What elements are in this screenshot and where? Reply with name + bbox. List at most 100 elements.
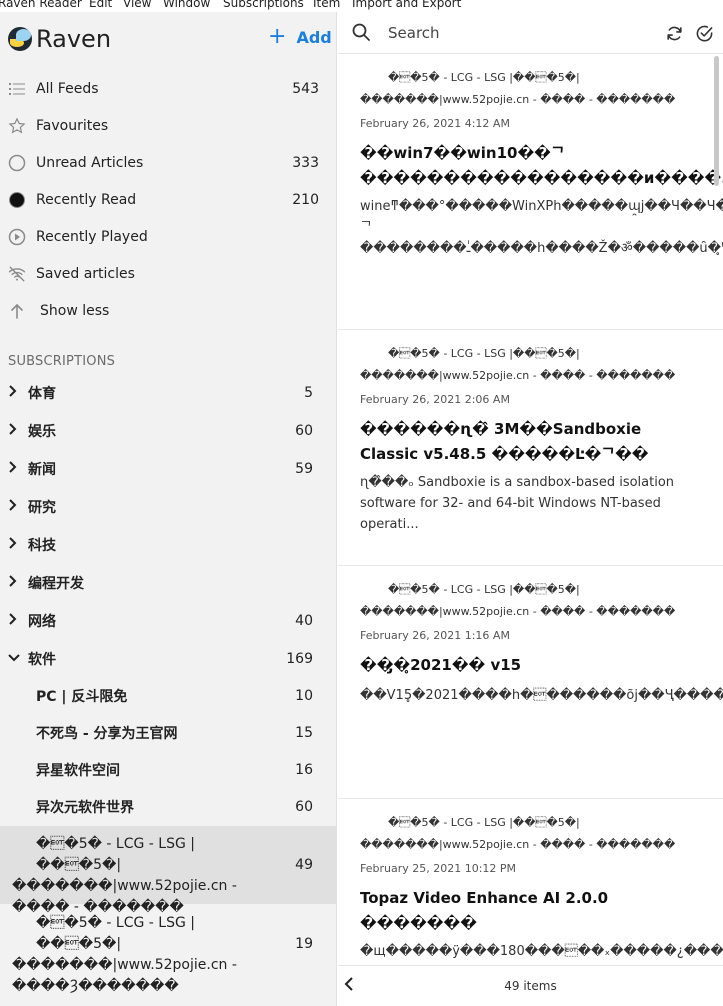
article-list: ��5� - LCG - LSG |���5�| �������|www.5…: [338, 55, 723, 965]
category-label: 体育: [28, 386, 56, 402]
brand-name: Raven: [36, 25, 112, 53]
feed-item[interactable]: 异次元软件世界 60: [0, 788, 336, 825]
feed-item[interactable]: ��5� - LCG - LSG |���5�| �������|www.5…: [0, 905, 336, 994]
feed-label: 不死鸟 - 分享为王官网: [36, 725, 178, 742]
article-source: ��5� - LCG - LSG |���5�| �������|www.5…: [360, 812, 690, 856]
nav-favourites[interactable]: Favourites: [0, 107, 336, 144]
article-item[interactable]: ��5� - LCG - LSG |���5�| �������|www.5…: [338, 331, 723, 566]
article-item[interactable]: ��5� - LCG - LSG |���5�| �������|www.5…: [338, 567, 723, 799]
feed-item[interactable]: PC | 反斗限免 10: [0, 677, 336, 714]
feed-item[interactable]: 不死鸟 - 分享为王官网 15: [0, 714, 336, 751]
article-title: ��̡�̥2021�� v15: [360, 656, 522, 674]
item-count: 49 items: [504, 979, 557, 993]
chevron-down-icon: [8, 652, 20, 667]
article-source-line: ��5� - LCG - LSG |���5�|: [388, 583, 580, 596]
category-software[interactable]: 软件 169: [0, 640, 336, 678]
scrollbar-thumb[interactable]: [714, 56, 719, 186]
chevron-right-icon: [8, 613, 20, 629]
circle-outline-icon: [8, 154, 26, 172]
article-source-line: �������|www.52pojie.cn - ���� - �������: [360, 369, 676, 382]
brand: Raven: [8, 24, 111, 54]
nav-recently-played[interactable]: Recently Played: [0, 218, 336, 255]
nav-all-feeds[interactable]: All Feeds 543: [0, 70, 336, 107]
category-label: 科技: [28, 538, 56, 554]
article-date: February 26, 2021 2:06 AM: [360, 393, 510, 406]
sidebar: Raven + Add All Feeds 543 Favourites Unr…: [0, 12, 337, 1006]
nav-label: Favourites: [36, 117, 109, 134]
menu-subscriptions[interactable]: Subscriptions: [223, 0, 304, 10]
menu-view[interactable]: View: [123, 0, 151, 10]
add-label: Add: [296, 27, 332, 47]
refresh-icon[interactable]: [665, 24, 684, 47]
article-list-pane: ��5� - LCG - LSG |���5�| �������|www.5…: [338, 12, 723, 1006]
category-label: 研究: [28, 500, 56, 516]
chevron-right-icon: [8, 461, 20, 477]
feed-count: 60: [295, 798, 313, 815]
article-snippet: ��V15̥�2021����h�������õj��Ҷ�����������…: [360, 688, 723, 703]
feed-label: 异星软件空间: [36, 762, 120, 779]
article-source-line: ��5� - LCG - LSG |���5�|: [388, 816, 580, 829]
category-sports[interactable]: 体育 5: [0, 374, 336, 412]
menu-import-export[interactable]: Import and Export: [352, 0, 461, 10]
nav-label: Saved articles: [36, 265, 135, 282]
category-entertainment[interactable]: 娱乐 60: [0, 412, 336, 450]
chevron-right-icon: [8, 385, 20, 401]
feed-label-line: ��5� - LCG - LSG |���5�|: [36, 915, 196, 952]
list-icon: [8, 80, 26, 98]
circle-filled-icon: [8, 191, 26, 209]
nav-count: 210: [292, 191, 319, 208]
wifi-off-icon: [8, 265, 26, 283]
category-tech[interactable]: 科技: [0, 526, 336, 564]
star-icon: [8, 116, 26, 135]
feed-item[interactable]: 异星软件空间 16: [0, 751, 336, 788]
category-programming[interactable]: 编程开发: [0, 564, 336, 602]
article-title: ������ɳ�̂ 3M��Sandboxie Classic v5.48.5 …: [360, 420, 649, 463]
article-source-line: ��5� - LCG - LSG |���5�|: [388, 347, 580, 360]
play-circle-icon: [8, 228, 26, 246]
category-label: 新闻: [28, 462, 56, 478]
feed-item-selected[interactable]: ��5� - LCG - LSG |���5�| �������|www.5…: [0, 826, 336, 915]
article-item[interactable]: ��5� - LCG - LSG |���5�| �������|www.5…: [338, 55, 723, 330]
article-title: Topaz Video Enhance AI 2.0.0 �������: [360, 889, 609, 932]
category-label: 网络: [28, 614, 56, 630]
menu-item[interactable]: Item: [313, 0, 340, 10]
chevron-right-icon: [8, 423, 20, 439]
nav-recently-read[interactable]: Recently Read 210: [0, 181, 336, 218]
article-snippet: ɳ�̂��ₒ Sandboxie is a sandbox-based isol…: [360, 475, 675, 532]
nav-unread[interactable]: Unread Articles 333: [0, 144, 336, 181]
category-count: 40: [295, 613, 313, 629]
category-label: 娱乐: [28, 424, 56, 440]
raven-logo-icon: [8, 27, 32, 51]
feed-label-line: ��5� - LCG - LSG |���5�|: [36, 836, 196, 873]
chevron-right-icon: [8, 575, 20, 591]
menu-edit[interactable]: Edit: [89, 0, 112, 10]
category-news[interactable]: 新闻 59: [0, 450, 336, 488]
nav-show-less[interactable]: Show less: [0, 292, 336, 329]
category-count: 60: [295, 423, 313, 439]
menu-window[interactable]: Window: [163, 0, 210, 10]
list-footer: 49 items: [338, 965, 723, 1006]
add-feed-button[interactable]: + Add: [268, 26, 332, 48]
feed-count: 16: [295, 761, 313, 778]
category-research[interactable]: 研究: [0, 488, 336, 526]
search-input[interactable]: [388, 21, 608, 45]
feed-label: ��5� - LCG - LSG |���5�| �������|www.5…: [12, 913, 252, 997]
search-icon: [352, 23, 370, 45]
feed-label-line: �������|www.52pojie.cn -: [12, 957, 237, 973]
feed-count: 19: [295, 936, 313, 952]
category-network[interactable]: 网络 40: [0, 602, 336, 640]
article-title: ��win7��win10��ᄀ�����������������и����.8…: [360, 144, 723, 187]
nav-label: Recently Played: [36, 228, 148, 245]
feed-label: 异次元软件世界: [36, 799, 134, 816]
feed-label-line: �������|www.52pojie.cn -: [12, 878, 237, 894]
article-item[interactable]: ��5� - LCG - LSG |���5�| �������|www.5…: [338, 800, 723, 965]
nav-saved-articles[interactable]: Saved articles: [0, 255, 336, 292]
feed-label: PC | 反斗限免: [36, 688, 128, 705]
nav-count: 333: [292, 154, 319, 171]
nav-count: 543: [292, 80, 319, 97]
article-snippet: wineͳ���°�����WinXPh�����ɰ̯j��Ч��Ч�����Ž…: [360, 199, 723, 256]
menu-app[interactable]: Raven Reader: [0, 0, 82, 10]
mark-all-read-icon[interactable]: [695, 24, 714, 47]
feed-label-line: ����Ȝ�������: [12, 978, 179, 994]
article-source-line: �������|www.52pojie.cn - ���� - �������: [360, 93, 676, 106]
